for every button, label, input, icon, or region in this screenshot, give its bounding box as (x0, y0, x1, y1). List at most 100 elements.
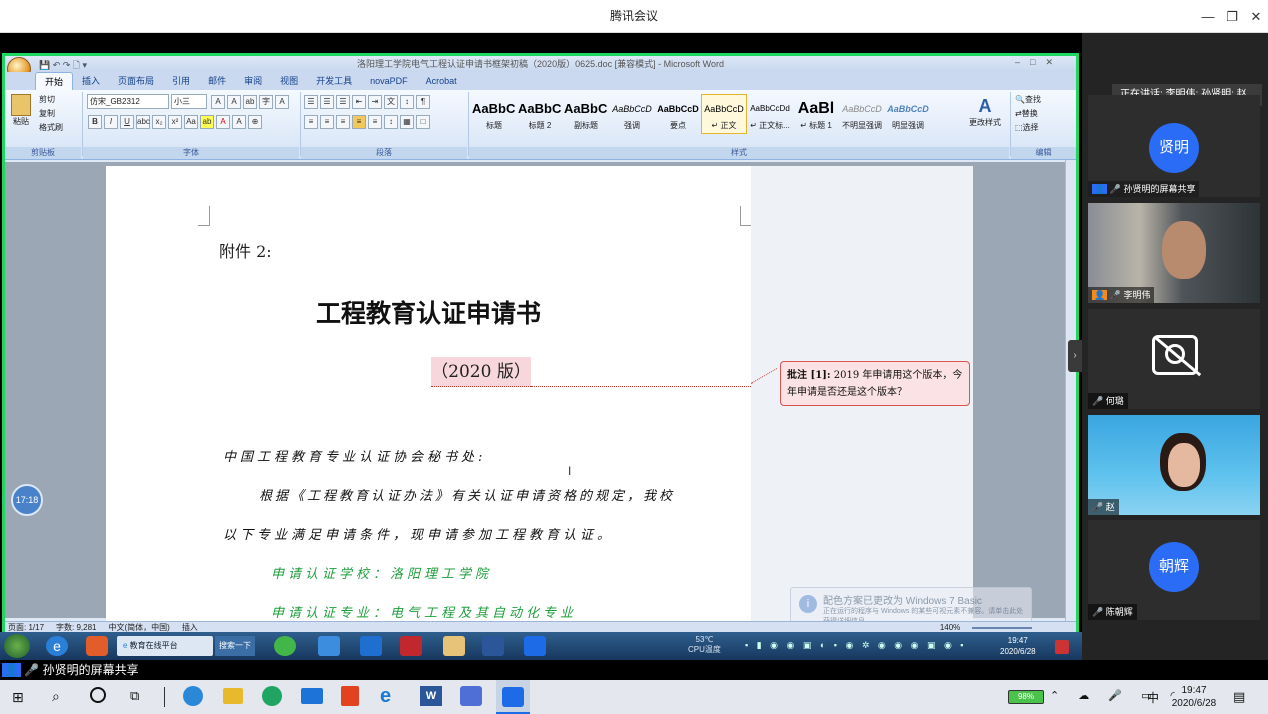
screen-share-bar: 👤 🎤 孙贤明的屏幕共享 (0, 660, 1268, 680)
style-normal[interactable]: AaBbCcD ↵ 正文 (701, 94, 747, 134)
align-buttons[interactable]: ≡ ≡ ≡ ≡ ≡ ↕ ▦ □ (303, 114, 431, 130)
file-explorer-icon[interactable] (223, 688, 243, 704)
style-emphasis[interactable]: AaBbCcD 强调 (609, 94, 655, 134)
share-label: 👤 🎤 孙贤明的屏幕共享 (2, 663, 139, 677)
tab-developer[interactable]: 开发工具 (307, 72, 361, 90)
person-face (1162, 221, 1206, 279)
participant-tile[interactable]: 🎤 赵 (1088, 415, 1260, 515)
search-button[interactable]: 搜索一下 (215, 636, 255, 656)
tab-mailings[interactable]: 邮件 (199, 72, 235, 90)
copy-button[interactable]: 复制 (39, 108, 55, 119)
ie-icon: e (123, 641, 130, 650)
mail-icon[interactable] (301, 688, 323, 704)
shared-taskbar: e e 教育在线平台 搜索一下 53℃ CPU温度 ▪ ▮ ◉ ◉ ▣ ◐ ▪ ◉… (0, 632, 1082, 660)
style-subtle-emphasis[interactable]: AaBbCcD 不明显强调 (839, 94, 885, 134)
notification-icon[interactable] (1055, 640, 1069, 654)
major-line: 申请认证专业：电气工程及其自动化专业 (271, 606, 578, 621)
font-grow-shrink-buttons[interactable]: A Aab 字 A (210, 94, 290, 110)
browser-icon[interactable] (274, 636, 296, 656)
browser-icon[interactable] (262, 686, 282, 706)
list-buttons[interactable]: ☰ ☰ ☰ ⇤ ⇥ 文 ↕ ¶ (303, 94, 431, 110)
style-heading2[interactable]: AaBbC(标题 2 (517, 94, 563, 134)
style-title[interactable]: AaBbC(标题 (471, 94, 517, 134)
panel-toggle-icon[interactable]: › (1068, 340, 1082, 372)
participant-name: 🎤 陈朝辉 (1088, 604, 1137, 620)
app-icon[interactable] (86, 636, 108, 656)
cortana-icon[interactable] (90, 687, 106, 703)
font-group-label: 字体 (83, 147, 299, 159)
tab-novapdf[interactable]: novaPDF (361, 72, 417, 90)
tab-view[interactable]: 视图 (271, 72, 307, 90)
zoom-slider[interactable] (972, 626, 1033, 629)
office-icon[interactable] (341, 686, 359, 706)
inner-clock: 19:47 2020/6/28 (1000, 636, 1036, 656)
minimize-icon[interactable]: — (1196, 0, 1220, 33)
tray-icons[interactable]: ▪ ▮ ◉ ◉ ▣ ◐ ▪ ◉ ✲ ◉ ◉ ◉ ▣ ◉ ▪ (745, 640, 967, 651)
windows-start-icon[interactable]: ⊞ (12, 689, 24, 706)
participant-tile[interactable]: 👤 🎤 李明伟 (1088, 203, 1260, 303)
find-button[interactable]: 🔍查找 (1015, 94, 1041, 105)
app-icon[interactable] (318, 636, 340, 656)
zoom-level[interactable]: 140% (940, 623, 960, 632)
mic-muted-icon: 🎤 (1092, 396, 1104, 406)
font-size-select[interactable]: 小三 (171, 94, 207, 109)
tencent-meeting-taskbar-item[interactable] (496, 680, 530, 714)
change-styles-button[interactable]: A 更改样式 (967, 96, 1003, 128)
tab-home[interactable]: 开始 (35, 72, 74, 90)
tray-icons[interactable]: ⌃ ☁ 🎤 ▭ ◜ (1050, 689, 1183, 702)
tab-layout[interactable]: 页面布局 (109, 72, 163, 90)
style-intense-emphasis[interactable]: AaBbCcD 明显强调 (885, 94, 931, 134)
edge-icon[interactable]: e (380, 685, 391, 708)
participant-tile[interactable]: 🎤 何璐 (1088, 309, 1260, 409)
acrobat-icon[interactable] (400, 636, 422, 656)
comment-balloon[interactable]: 批注 [1]: 2019 年申请用这个版本，今年申请是否还是这个版本？ (780, 361, 970, 406)
style-subtitle[interactable]: AaBbC(副标题 (563, 94, 609, 134)
select-icon: ⬚ (1015, 123, 1023, 132)
select-button[interactable]: ⬚选择 (1015, 122, 1039, 133)
tab-review[interactable]: 审阅 (235, 72, 271, 90)
folder-icon[interactable] (443, 636, 465, 656)
tab-references[interactable]: 引用 (163, 72, 199, 90)
word-icon[interactable]: W (420, 686, 442, 706)
ime-indicator[interactable]: 中 (1147, 689, 1159, 706)
document-area: 附件 2: 工程教育认证申请书 （2020 版） 中国工程教育专业认证协会秘书处… (5, 162, 1076, 633)
format-painter-button[interactable]: 格式刷 (39, 122, 63, 133)
close-icon[interactable]: ✕ (1244, 0, 1268, 33)
body-line-2: 以下专业满足申请条件，现申请参加工程教育认证。 (223, 528, 615, 543)
replace-button[interactable]: ⇄替换 (1015, 108, 1038, 119)
taskbar-browser-item[interactable]: e 教育在线平台 (117, 636, 213, 656)
style-heading1[interactable]: AaBl ↵ 标题 1 (793, 94, 839, 134)
paste-button[interactable]: 粘贴 (9, 94, 33, 134)
style-body-title[interactable]: AaBbCcDd ↵ 正文标... (747, 94, 793, 134)
document-page[interactable]: 附件 2: 工程教育认证申请书 （2020 版） 中国工程教育专业认证协会秘书处… (106, 166, 752, 626)
ie-icon[interactable]: e (46, 636, 68, 656)
style-strong[interactable]: AaBbCcD 要点 (655, 94, 701, 134)
word-window-buttons[interactable]: – □ ✕ (1015, 57, 1053, 68)
comment-margin: 批注 [1]: 2019 年申请用这个版本，今年申请是否还是这个版本？ (750, 166, 973, 626)
task-view-icon[interactable]: ⧉ (130, 688, 139, 704)
battery-indicator[interactable]: 98% (1008, 690, 1044, 704)
participant-name: 🎤 何璐 (1088, 393, 1128, 409)
restore-icon[interactable]: ❐ (1220, 0, 1244, 33)
quick-access-toolbar: 洛阳理工学院电气工程认证申请书框架初稿（2020版）0625.doc [兼容模式… (5, 56, 1076, 72)
tab-acrobat[interactable]: Acrobat (417, 72, 466, 90)
start-orb-icon[interactable] (4, 634, 30, 658)
search-icon[interactable]: ⌕ (52, 688, 60, 705)
mic-icon: 🎤 (1092, 502, 1104, 512)
clock-app-icon[interactable] (183, 686, 203, 706)
vertical-scrollbar[interactable] (1065, 160, 1076, 626)
cut-button[interactable]: 剪切 (39, 94, 55, 105)
ribbon: 粘贴 剪切 复制 格式刷 剪贴板 仿宋_GB2312 小三 A Aab 字 A BIU… (5, 90, 1076, 160)
font-format-buttons[interactable]: B I Uabc x₂ x² Aa ab A A ⊕ (87, 114, 263, 130)
font-name-select[interactable]: 仿宋_GB2312 (87, 94, 169, 109)
participant-tile[interactable]: 朝辉 🎤 陈朝辉 (1088, 520, 1260, 620)
tencent-meeting-icon[interactable] (524, 636, 546, 656)
app-icon[interactable] (460, 686, 482, 706)
tab-insert[interactable]: 插入 (73, 72, 109, 90)
action-center-icon[interactable]: ▤ (1233, 689, 1245, 705)
tencent-titlebar: 腾讯会议 — ❐ ✕ (0, 0, 1268, 33)
phone-app-icon[interactable] (360, 636, 382, 656)
word-icon[interactable] (482, 636, 504, 656)
participant-tile[interactable]: 贤明 👤 🎤 孙贤明的屏幕共享 (1088, 95, 1260, 197)
system-clock[interactable]: 19:47 2020/6/28 (1166, 684, 1222, 710)
